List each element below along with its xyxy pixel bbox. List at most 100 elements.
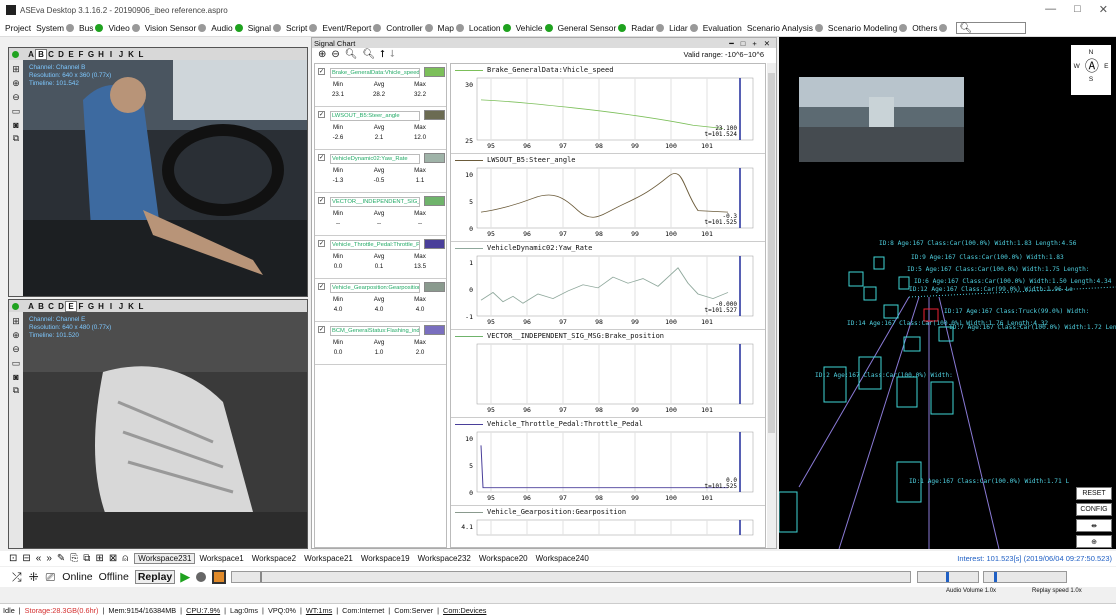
- menu-item-scenario-modeling[interactable]: Scenario Modeling: [828, 23, 908, 33]
- lidar-object-box[interactable]: [779, 491, 798, 533]
- signal-checkbox[interactable]: ✓: [318, 326, 325, 333]
- video-panel-bottom[interactable]: ABCDEFGHIJKL ⊞ ⊕ ⊖ ▭ ◙ ⧉ Channel: Channe…: [8, 299, 308, 549]
- zoom-in-icon[interactable]: ⊕: [12, 330, 20, 341]
- signal-chart-panel[interactable]: VehicleDynamic02:Yaw_Rate 1 0 -1 95 96 97 98 99 1…: [451, 242, 765, 330]
- offline-button[interactable]: Offline: [99, 571, 129, 583]
- signal-entry[interactable]: ✓ Brake_GeneralData:Vhicle_speed Min 23.1 Av…: [315, 64, 446, 107]
- menu-item-others[interactable]: Others: [912, 23, 948, 33]
- prev-icon[interactable]: «: [36, 553, 42, 564]
- workspace-tab[interactable]: Workspace20: [474, 553, 532, 564]
- signal-chart-window[interactable]: Signal Chart ━ □ + ✕ ⊕ ⊖ 🔍︎ 🔍︎ ⭡ ⭣ Valid ra…: [311, 37, 777, 549]
- status-wt[interactable]: WT:1ms: [306, 606, 332, 615]
- zoom-out-icon[interactable]: ⊖: [12, 344, 20, 355]
- menu-item-video[interactable]: Video: [108, 23, 140, 33]
- channel-button-g[interactable]: G: [86, 302, 96, 311]
- chart-restore-button[interactable]: □: [741, 39, 746, 48]
- channel-button-f[interactable]: F: [76, 50, 86, 59]
- maximize-button[interactable]: □: [1074, 3, 1081, 16]
- copy-icon[interactable]: ⧉: [83, 553, 90, 564]
- menu-item-map[interactable]: Map: [438, 23, 464, 33]
- camera-icon[interactable]: ◙: [13, 120, 18, 130]
- frame-icon[interactable]: ▭: [12, 106, 21, 117]
- search-input[interactable]: 🔍︎: [956, 22, 1027, 34]
- signal-entry[interactable]: ✓ Vehicle_Gearposition:Gearposition Min 4.0…: [315, 279, 446, 322]
- status-com-devices[interactable]: Com:Devices: [443, 606, 486, 615]
- workspace-tab[interactable]: Workspace232: [413, 553, 475, 564]
- menu-item-script[interactable]: Script: [286, 23, 318, 33]
- close-button[interactable]: ✕: [1099, 3, 1108, 16]
- menu-item-vehicle[interactable]: Vehicle: [516, 23, 553, 33]
- table-icon[interactable]: ⊠: [109, 553, 117, 564]
- workspace-tab[interactable]: Workspace231: [134, 553, 196, 564]
- channel-button-i[interactable]: I: [106, 302, 116, 311]
- signal-chart-panel[interactable]: LWSOUT_B5:Steer_angle 10 5 0 95 96 97 98 99 100 10…: [451, 154, 765, 242]
- channel-button-f[interactable]: F: [76, 302, 86, 311]
- channel-button-l[interactable]: L: [136, 50, 146, 59]
- minimize-button[interactable]: —: [1045, 3, 1056, 16]
- menu-item-audio[interactable]: Audio: [211, 23, 243, 33]
- save-workspace-icon[interactable]: ⎘: [70, 553, 78, 564]
- audio-volume-slider[interactable]: [917, 571, 980, 583]
- edit-icon[interactable]: ✎: [57, 553, 65, 564]
- workspace-tab[interactable]: Workspace19: [356, 553, 414, 564]
- status-cpu[interactable]: CPU:7.9%: [186, 606, 220, 615]
- channel-button-a[interactable]: A: [26, 302, 36, 311]
- workspace-tab[interactable]: Workspace2: [247, 553, 301, 564]
- menu-item-signal[interactable]: Signal: [248, 23, 281, 33]
- remove-signal-icon[interactable]: ⊖: [331, 49, 339, 60]
- split-icon[interactable]: ⊟: [22, 553, 30, 564]
- menu-item-radar[interactable]: Radar: [631, 23, 665, 33]
- lidar-view[interactable]: ID:8 Age:167 Class:Car(100.0%) Width:1.8…: [779, 37, 1116, 549]
- video-panel-top[interactable]: ABCDEFGHIJKL ⊞ ⊕ ⊖ ▭ ◙ ⧉ Channel: Channe…: [8, 47, 308, 297]
- signal-chart-panel[interactable]: Vehicle_Throttle_Pedal:Throttle_Pedal 10 5…: [451, 418, 765, 506]
- signal-checkbox[interactable]: ✓: [318, 68, 325, 75]
- reset-button[interactable]: RESET: [1076, 487, 1112, 500]
- lidar-object-box[interactable]: [930, 381, 954, 415]
- frame-icon[interactable]: ▭: [12, 358, 21, 369]
- channel-button-k[interactable]: K: [126, 302, 136, 311]
- menu-item-controller[interactable]: Controller: [386, 23, 433, 33]
- lidar-object-box[interactable]: [903, 336, 921, 352]
- menu-item-project[interactable]: Project: [5, 23, 31, 33]
- signal-checkbox[interactable]: ✓: [318, 240, 325, 247]
- layout-icon[interactable]: ⊡: [9, 553, 17, 564]
- signal-color-swatch[interactable]: [424, 196, 445, 206]
- compass-widget[interactable]: N W Ⓐ E S: [1071, 45, 1111, 95]
- signal-color-swatch[interactable]: [424, 67, 445, 77]
- channel-button-h[interactable]: H: [96, 50, 106, 59]
- lidar-object-box[interactable]: [848, 271, 864, 287]
- channel-button-d[interactable]: D: [56, 50, 66, 59]
- replay-speed-slider[interactable]: [983, 571, 1068, 583]
- online-button[interactable]: Online: [62, 571, 92, 583]
- signal-entry[interactable]: ✓ BCM_GeneralStatus:Flashing_ind Min 0.0 Avg…: [315, 322, 446, 365]
- zoom-out-icon[interactable]: ⊖: [12, 92, 20, 103]
- menu-item-scenario-analysis[interactable]: Scenario Analysis: [747, 23, 823, 33]
- channel-button-i[interactable]: I: [106, 50, 116, 59]
- zoom-in-icon[interactable]: ⊕: [12, 78, 20, 89]
- signal-chart-panel[interactable]: VECTOR__INDEPENDENT_SIG_MSG:Brake_positi…: [451, 330, 765, 418]
- next-icon[interactable]: »: [46, 553, 52, 564]
- menu-item-general-sensor[interactable]: General Sensor: [558, 23, 627, 33]
- signal-chart-panel[interactable]: Brake_GeneralData:Vhicle_speed 30 25 95 96 97…: [451, 64, 765, 154]
- channel-button-k[interactable]: K: [126, 50, 136, 59]
- menu-item-bus[interactable]: Bus: [79, 23, 104, 33]
- record-icon[interactable]: [196, 572, 207, 582]
- channel-button-e[interactable]: E: [65, 300, 77, 312]
- signal-color-swatch[interactable]: [424, 282, 445, 292]
- workspace-tab[interactable]: Workspace21: [300, 553, 357, 564]
- channel-button-l[interactable]: L: [136, 302, 146, 311]
- menu-item-location[interactable]: Location: [469, 23, 511, 33]
- channel-button-a[interactable]: A: [26, 50, 36, 59]
- add-signal-icon[interactable]: ⊕: [318, 49, 326, 60]
- channel-button-b[interactable]: B: [36, 302, 46, 311]
- channel-button-b[interactable]: B: [35, 48, 47, 60]
- lidar-object-box[interactable]: [896, 376, 918, 408]
- camera-icon[interactable]: ◙: [13, 372, 18, 382]
- menu-item-vision-sensor[interactable]: Vision Sensor: [145, 23, 207, 33]
- channel-button-d[interactable]: D: [56, 302, 66, 311]
- stop-icon[interactable]: [212, 570, 227, 584]
- menu-item-system[interactable]: System: [36, 23, 75, 33]
- signal-checkbox[interactable]: ✓: [318, 197, 325, 204]
- config-button[interactable]: CONFIG: [1076, 503, 1112, 516]
- chart-scrollbar[interactable]: [767, 63, 776, 548]
